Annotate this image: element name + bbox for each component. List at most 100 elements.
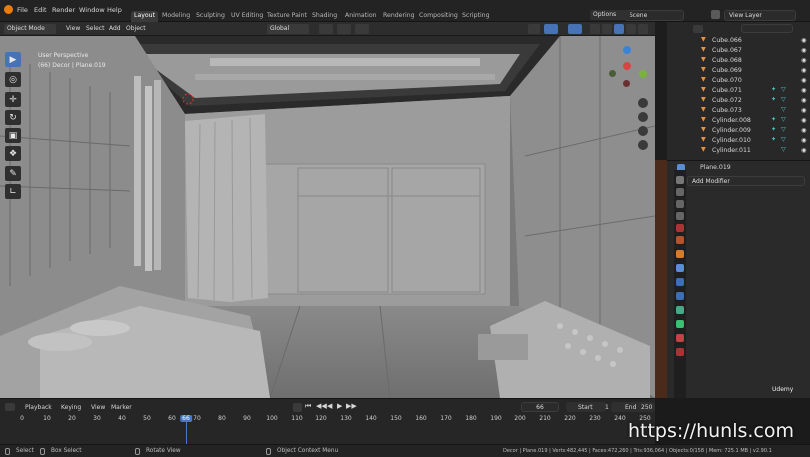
3d-viewport[interactable]: User Perspective (66) Decor | Plane.019 [0,36,655,398]
object-mode-dropdown[interactable]: Object Mode [4,24,56,34]
outliner-item[interactable]: ▼ Cube.067 ◉ [667,46,810,56]
outliner-item[interactable]: ▼ Cube.073 ▽ ◉ [667,106,810,116]
axis-y-icon[interactable] [639,70,647,78]
menu-edit[interactable]: Edit [34,6,47,14]
gizmo-icon[interactable] [544,24,558,34]
xray-icon[interactable] [590,24,600,34]
cursor-icon[interactable]: ◎ [5,72,21,87]
world-tab-icon[interactable] [676,236,684,244]
pivot-icon[interactable] [319,24,333,34]
measure-icon[interactable]: ∟ [5,184,21,199]
output-tab-icon[interactable] [676,200,684,208]
outliner-item[interactable]: ▼ Cube.072 ✦ ▽ ◉ [667,96,810,106]
shading-rendered-icon[interactable] [638,24,648,34]
eye-icon[interactable]: ◉ [801,127,806,134]
add-modifier-dropdown[interactable]: Add Modifier [687,176,805,186]
pan-icon[interactable] [638,112,648,122]
current-frame-field[interactable]: 66 [521,402,559,412]
options-dropdown[interactable]: Options [590,10,630,20]
eye-icon[interactable]: ◉ [801,107,806,114]
eye-icon[interactable]: ◉ [801,97,806,104]
data-tab-icon[interactable] [676,320,684,328]
axis-neg-x-icon[interactable] [623,80,630,87]
next-key-icon[interactable]: ▶▶ [346,402,357,410]
menu-file[interactable]: File [17,6,28,14]
timeline-menu-view[interactable]: View [91,404,105,411]
snap-icon[interactable] [337,24,351,34]
texture-tab-icon[interactable] [676,348,684,356]
eye-icon[interactable]: ◉ [801,47,806,54]
view-layer-tab-icon[interactable] [676,212,684,220]
tab-layout[interactable]: Layout [131,11,159,22]
timeline-menu-marker[interactable]: Marker [111,404,132,411]
axis-x-icon[interactable] [623,62,631,70]
playhead-frame-label[interactable]: 66 [180,415,192,422]
axis-neg-y-icon[interactable] [609,70,616,77]
outliner-search-input[interactable] [741,24,793,33]
move-icon[interactable]: ✛ [5,92,21,107]
outliner-item[interactable]: ▼ Cylinder.009 ✦ ▽ ◉ [667,126,810,136]
record-icon[interactable] [293,403,302,412]
view-layer-icon[interactable] [711,10,720,19]
prev-key-icon[interactable]: ◀◀ [316,402,327,410]
constraints-tab-icon[interactable] [676,306,684,314]
view-layer-selector[interactable]: View Layer [724,10,796,21]
tab-modeling[interactable]: Modeling [159,11,193,22]
timeline-menu-playback[interactable]: Playback [25,404,52,411]
render-tab-icon[interactable] [676,188,684,196]
scene-tab-icon[interactable] [676,224,684,232]
eye-icon[interactable]: ◉ [801,67,806,74]
camera-view-icon[interactable] [638,126,648,136]
shading-solid-icon[interactable] [614,24,624,34]
eye-icon[interactable]: ◉ [801,147,806,154]
menu-view[interactable]: View [63,24,83,34]
scale-icon[interactable]: ▣ [5,128,21,143]
eye-icon[interactable]: ◉ [801,37,806,44]
end-frame-field[interactable]: End 250 [611,402,655,412]
eye-icon[interactable]: ◉ [801,117,806,124]
timeline-menu-keying[interactable]: Keying [61,404,81,411]
particles-tab-icon[interactable] [676,278,684,286]
shading-wireframe-icon[interactable] [602,24,612,34]
tab-uv-editing[interactable]: UV Editing [228,11,266,22]
modifiers-tab-icon[interactable] [676,264,684,272]
eye-icon[interactable]: ◉ [801,137,806,144]
outliner-item[interactable]: ▼ Cylinder.008 ✦ ▽ ◉ [667,116,810,126]
tab-rendering[interactable]: Rendering [380,11,418,22]
outliner-item[interactable]: ▼ Cylinder.010 ✦ ▽ ◉ [667,136,810,146]
outliner-item[interactable]: ▼ Cube.070 ◉ [667,76,810,86]
menu-window[interactable]: Window [79,6,105,14]
menu-select[interactable]: Select [83,24,108,34]
material-tab-icon[interactable] [676,334,684,342]
rotate-icon[interactable]: ↻ [5,110,21,125]
zoom-icon[interactable] [638,98,648,108]
perspective-toggle-icon[interactable] [638,140,648,150]
proportional-edit-icon[interactable] [355,24,369,34]
object-tab-icon[interactable] [676,250,684,258]
tab-animation[interactable]: Animation [342,11,380,22]
play-icon[interactable]: ▶ [337,402,342,410]
orientation-dropdown[interactable]: Global [267,24,309,34]
annotate-icon[interactable]: ✎ [5,166,21,181]
visibility-icon[interactable] [528,24,540,34]
overlays-icon[interactable] [568,24,582,34]
outliner-item[interactable]: ▼ Cube.068 ◉ [667,56,810,66]
tab-scripting[interactable]: Scripting [459,11,493,22]
navigation-gizmo[interactable] [607,46,647,92]
transform-icon[interactable]: ❖ [5,146,21,161]
axis-z-icon[interactable] [623,46,631,54]
shading-material-icon[interactable] [626,24,636,34]
menu-help[interactable]: Help [107,6,122,14]
outliner-item[interactable]: ▼ Cube.069 ◉ [667,66,810,76]
menu-add[interactable]: Add [106,24,124,34]
physics-tab-icon[interactable] [676,292,684,300]
outliner-item[interactable]: ▼ Cube.071 ✦ ▽ ◉ [667,86,810,96]
outliner-item[interactable]: ▼ Cylinder.011 ▽ ◉ [667,146,810,156]
tab-sculpting[interactable]: Sculpting [193,11,228,22]
scene-selector[interactable]: Scene [624,10,684,21]
play-reverse-icon[interactable]: ◀ [327,402,332,410]
eye-icon[interactable]: ◉ [801,87,806,94]
start-frame-field[interactable]: Start 1 [566,402,609,412]
blender-logo-icon[interactable] [4,5,13,14]
outliner-filter-icon[interactable] [693,25,703,33]
